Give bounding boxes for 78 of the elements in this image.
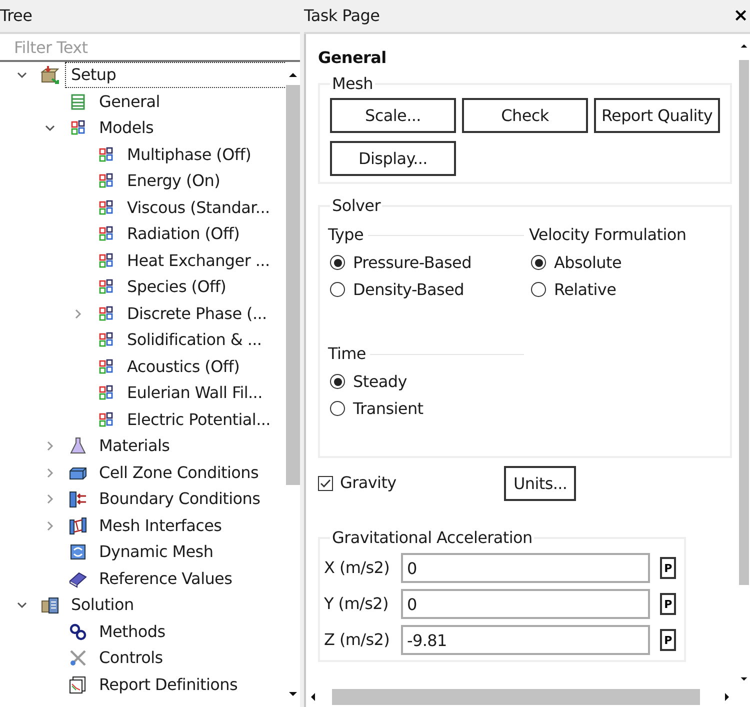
radio-label: Steady: [353, 370, 407, 392]
gears-icon: [68, 622, 88, 642]
panel-title: Tree: [0, 5, 32, 27]
checkbox[interactable]: [318, 476, 333, 490]
group-title: Gravitational Acceleration: [331, 527, 534, 549]
field-label: X (m/s2): [324, 557, 391, 579]
radio-button[interactable]: [330, 401, 345, 416]
parameter-button[interactable]: P: [660, 629, 676, 651]
push-button[interactable]: Check: [462, 98, 588, 133]
tree-item[interactable]: Mesh Interfaces: [94, 514, 227, 538]
radio-label: Transient: [353, 398, 424, 420]
field-label: Y (m/s2): [324, 593, 390, 615]
tree-item[interactable]: Species (Off): [122, 275, 232, 300]
tree-item[interactable]: Models: [94, 116, 159, 140]
parameter-button[interactable]: P: [660, 557, 676, 579]
checkmark-icon: [320, 478, 331, 488]
group-title: Mesh: [331, 73, 374, 95]
tree-item[interactable]: Materials: [94, 434, 175, 458]
box-with-arrow-icon: [40, 65, 60, 86]
scroll-up-icon[interactable]: [288, 70, 298, 80]
tree-item[interactable]: Multiphase (Off): [122, 142, 256, 167]
tree-item[interactable]: Setup: [66, 63, 286, 88]
input-field[interactable]: -9.81: [401, 625, 650, 655]
scroll-up-icon[interactable]: [740, 42, 748, 50]
group-label: Time: [328, 343, 366, 365]
page-heading: General: [318, 47, 388, 69]
tree-item[interactable]: Radiation (Off): [122, 222, 245, 246]
push-button[interactable]: Units...: [504, 466, 576, 501]
tree-item[interactable]: Viscous (Standar...: [122, 196, 275, 220]
chart-document-icon: [68, 674, 88, 695]
radio-button[interactable]: [531, 255, 546, 270]
cube-arrows-icon: [68, 542, 88, 562]
push-button[interactable]: Report Quality: [594, 98, 720, 133]
group-title: Solver: [331, 195, 382, 217]
parameter-button[interactable]: P: [660, 593, 676, 615]
radio-label: Density-Based: [353, 278, 464, 300]
tree-item[interactable]: General: [94, 90, 165, 114]
radio-label: Pressure-Based: [353, 252, 472, 274]
radio-button[interactable]: [330, 374, 345, 389]
panel-title: Task Page: [304, 5, 380, 27]
tree-item[interactable]: Eulerian Wall Fil...: [122, 381, 268, 406]
tree-item[interactable]: Discrete Phase (...: [122, 302, 272, 326]
mesh-frame-icon: [68, 516, 88, 536]
push-button[interactable]: Display...: [330, 141, 456, 176]
tree-item[interactable]: Boundary Conditions: [94, 487, 266, 512]
scroll-down-icon[interactable]: [740, 675, 748, 683]
flask-icon: [68, 436, 88, 456]
group-label: Type: [328, 224, 364, 246]
tree-item[interactable]: Report Definitions: [94, 672, 243, 697]
tree-item[interactable]: Dynamic Mesh: [94, 540, 218, 564]
field-label: Z (m/s2): [324, 629, 391, 651]
tree-item[interactable]: Cell Zone Conditions: [94, 460, 264, 485]
close-button[interactable]: ×: [733, 7, 748, 25]
tree-item[interactable]: Acoustics (Off): [122, 354, 245, 379]
tree-item[interactable]: Heat Exchanger ...: [122, 248, 275, 273]
tree-item[interactable]: Controls: [94, 646, 168, 670]
wrench-icon: [68, 648, 88, 668]
scroll-down-icon[interactable]: [288, 689, 298, 699]
radio-button[interactable]: [531, 282, 546, 297]
filter-field[interactable]: Filter Text: [0, 34, 300, 62]
group-label: Velocity Formulation: [529, 224, 686, 246]
checkbox-label: Gravity: [340, 472, 396, 494]
tree-item[interactable]: Solution: [66, 593, 139, 618]
tree-item[interactable]: Reference Values: [94, 566, 238, 591]
radio-label: Relative: [554, 278, 616, 300]
input-field[interactable]: 0: [401, 553, 650, 583]
tree-item[interactable]: Electric Potential...: [122, 408, 276, 432]
radio-button[interactable]: [330, 282, 345, 297]
calculator-box-icon: [40, 595, 60, 616]
tree-item[interactable]: Energy (On): [122, 169, 226, 194]
radio-label: Absolute: [554, 252, 622, 274]
radio-button[interactable]: [330, 255, 345, 270]
wall-arrows-icon: [68, 489, 88, 510]
push-button[interactable]: Scale...: [330, 98, 456, 133]
tree-item[interactable]: Methods: [94, 620, 170, 644]
scroll-right-icon[interactable]: [722, 692, 732, 702]
tree-item[interactable]: Solidification & ...: [122, 328, 267, 352]
input-field[interactable]: 0: [401, 589, 650, 619]
